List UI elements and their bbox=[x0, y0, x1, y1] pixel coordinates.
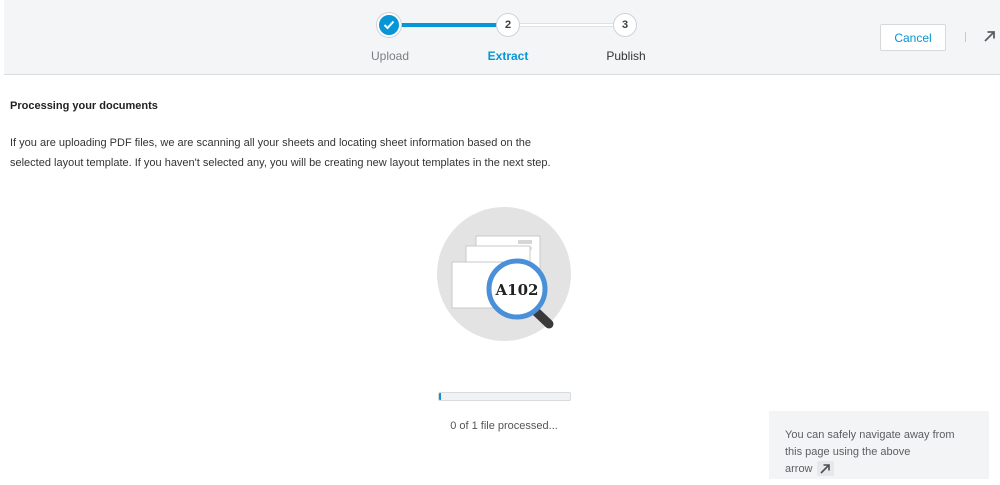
cancel-button[interactable]: Cancel bbox=[880, 24, 946, 51]
step-connector-1 bbox=[398, 23, 498, 27]
step-publish-label[interactable]: Publish bbox=[586, 49, 666, 63]
hint-line-3: arrow bbox=[785, 463, 813, 475]
arrow-up-right-icon[interactable] bbox=[982, 28, 998, 44]
step-upload-label[interactable]: Upload bbox=[350, 49, 430, 63]
page-description: If you are uploading PDF files, we are s… bbox=[10, 133, 610, 173]
sheet-label: A102 bbox=[495, 281, 539, 299]
hint-line-1: You can safely navigate away from bbox=[785, 429, 955, 441]
wizard-header: Upload 2 Extract 3 Publish Cancel bbox=[4, 0, 1000, 75]
description-line-2: selected layout template. If you haven't… bbox=[10, 157, 551, 169]
hint-line-2: this page using the above bbox=[785, 446, 911, 458]
page-title: Processing your documents bbox=[10, 100, 158, 112]
magnifier-sheets-icon: A102 bbox=[437, 207, 571, 341]
step-extract-label[interactable]: Extract bbox=[468, 49, 548, 63]
step-connector-2 bbox=[516, 23, 616, 27]
progress-status-text: 0 of 1 file processed... bbox=[450, 420, 558, 432]
navigation-hint-panel: You can safely navigate away from this p… bbox=[769, 411, 989, 479]
arrow-up-right-icon bbox=[816, 460, 834, 476]
progress-fill bbox=[439, 393, 441, 400]
description-line-1: If you are uploading PDF files, we are s… bbox=[10, 137, 531, 149]
check-icon bbox=[383, 20, 395, 30]
step-publish-circle[interactable]: 3 bbox=[613, 13, 637, 37]
header-divider bbox=[965, 32, 966, 42]
step-upload-circle[interactable] bbox=[377, 13, 401, 37]
hint-line-3-wrap: arrow bbox=[785, 460, 975, 478]
progress-bar bbox=[438, 392, 571, 401]
step-extract-circle[interactable]: 2 bbox=[496, 13, 520, 37]
